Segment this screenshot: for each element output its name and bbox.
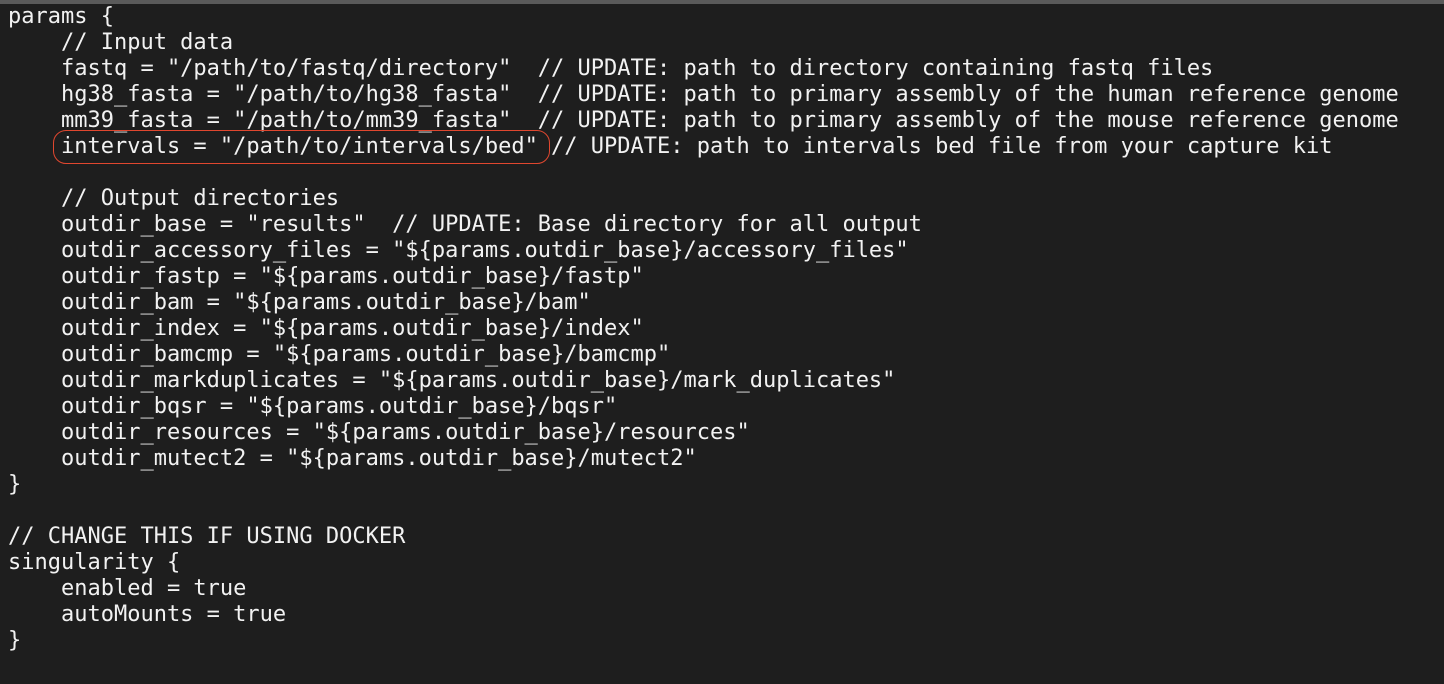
code-line: // Input data bbox=[8, 30, 1399, 56]
code-text: // Output directories bbox=[8, 186, 340, 211]
code-line: autoMounts = true bbox=[8, 602, 1399, 628]
code-text: // Input data bbox=[8, 30, 234, 55]
code-text: outdir_bqsr = "${params.outdir_base}/bqs… bbox=[8, 394, 618, 419]
code-text: autoMounts = true bbox=[8, 602, 287, 627]
code-line: outdir_base = "results" // UPDATE: Base … bbox=[8, 212, 1399, 238]
code-text: enabled = true bbox=[8, 576, 247, 601]
code-text: outdir_bam = "${params.outdir_base}/bam" bbox=[8, 290, 591, 315]
code-line: fastq = "/path/to/fastq/directory" // UP… bbox=[8, 56, 1399, 82]
code-text: outdir_accessory_files = "${params.outdi… bbox=[8, 238, 909, 263]
code-line: outdir_bam = "${params.outdir_base}/bam" bbox=[8, 290, 1399, 316]
code-text: hg38_fasta = "/path/to/hg38_fasta" // UP… bbox=[8, 82, 1399, 107]
code-line: outdir_accessory_files = "${params.outdi… bbox=[8, 238, 1399, 264]
code-line: singularity { bbox=[8, 550, 1399, 576]
code-text: outdir_base = "results" // UPDATE: Base … bbox=[8, 212, 922, 237]
terminal-window[interactable]: params { // Input data fastq = "/path/to… bbox=[0, 4, 1444, 684]
code-line: outdir_index = "${params.outdir_base}/in… bbox=[8, 316, 1399, 342]
code-line: params { bbox=[8, 4, 1399, 30]
code-text: outdir_markduplicates = "${params.outdir… bbox=[8, 368, 896, 393]
code-line: outdir_resources = "${params.outdir_base… bbox=[8, 420, 1399, 446]
code-text: outdir_fastp = "${params.outdir_base}/fa… bbox=[8, 264, 644, 289]
code-text: // CHANGE THIS IF USING DOCKER bbox=[8, 524, 406, 549]
code-text: outdir_mutect2 = "${params.outdir_base}/… bbox=[8, 446, 697, 471]
code-line: // CHANGE THIS IF USING DOCKER bbox=[8, 524, 1399, 550]
code-text: params { bbox=[8, 4, 114, 29]
code-text: } bbox=[8, 628, 22, 653]
code-line: outdir_markduplicates = "${params.outdir… bbox=[8, 368, 1399, 394]
code-line: outdir_bamcmp = "${params.outdir_base}/b… bbox=[8, 342, 1399, 368]
circled-intervals-setting: intervals = "/path/to/intervals/bed" bbox=[52, 130, 550, 164]
code-line: intervals = "/path/to/intervals/bed" // … bbox=[8, 130, 1399, 164]
code-line: outdir_bqsr = "${params.outdir_base}/bqs… bbox=[8, 394, 1399, 420]
code-line: outdir_fastp = "${params.outdir_base}/fa… bbox=[8, 264, 1399, 290]
code-text: outdir_index = "${params.outdir_base}/in… bbox=[8, 316, 644, 341]
code-line: hg38_fasta = "/path/to/hg38_fasta" // UP… bbox=[8, 82, 1399, 108]
code-text: singularity { bbox=[8, 550, 181, 575]
code-line: enabled = true bbox=[8, 576, 1399, 602]
code-line: } bbox=[8, 628, 1399, 654]
code-line: // Output directories bbox=[8, 186, 1399, 212]
code-comment: // UPDATE: path to intervals bed file fr… bbox=[537, 134, 1333, 159]
code-line: } bbox=[8, 472, 1399, 498]
code-text: outdir_bamcmp = "${params.outdir_base}/b… bbox=[8, 342, 671, 367]
config-code-block[interactable]: params { // Input data fastq = "/path/to… bbox=[8, 4, 1399, 654]
code-line: outdir_mutect2 = "${params.outdir_base}/… bbox=[8, 446, 1399, 472]
code-line: mm39_fasta = "/path/to/mm39_fasta" // UP… bbox=[8, 108, 1399, 134]
code-text: mm39_fasta = "/path/to/mm39_fasta" // UP… bbox=[8, 108, 1399, 133]
code-text: fastq = "/path/to/fastq/directory" // UP… bbox=[8, 56, 1214, 81]
code-text: } bbox=[8, 472, 22, 497]
code-text: outdir_resources = "${params.outdir_base… bbox=[8, 420, 750, 445]
